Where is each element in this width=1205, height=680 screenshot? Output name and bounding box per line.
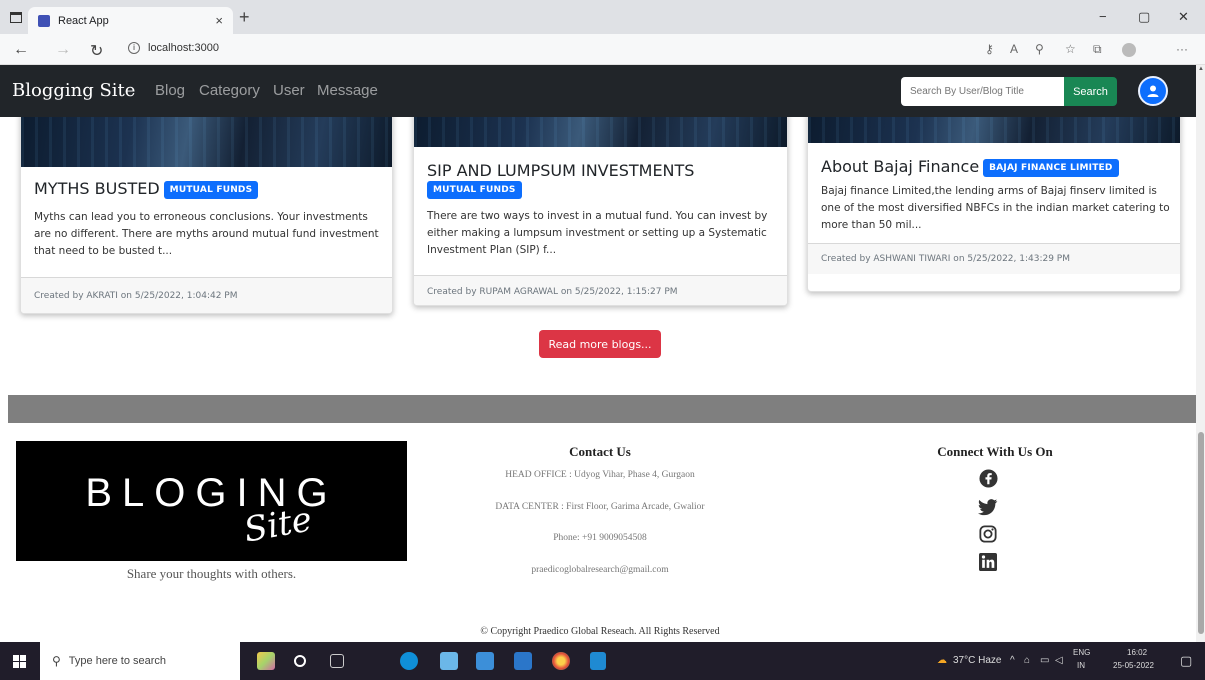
logo-main-text: BLOGING [85, 471, 338, 515]
blog-card-image [414, 117, 787, 147]
user-icon [1147, 85, 1159, 97]
facebook-icon[interactable] [977, 467, 999, 489]
back-arrow-icon[interactable]: ← [13, 41, 29, 59]
more-menu-icon[interactable]: ··· [1176, 42, 1188, 56]
contact-email[interactable]: praedicoglobalresearch@gmail.com [400, 565, 800, 575]
site-logo: BLOGING Site [16, 441, 407, 561]
blog-card-title[interactable]: MYTHS BUSTED [34, 179, 160, 198]
clock-time[interactable]: 16:02 [1127, 648, 1147, 657]
blog-card-title-row: About Bajaj Finance BAJAJ FINANCE LIMITED [821, 157, 1119, 177]
notifications-icon[interactable]: ▢ [1180, 653, 1192, 669]
key-icon[interactable]: ⚷ [985, 42, 994, 56]
scroll-up-arrow-icon[interactable]: ▲ [1198, 66, 1204, 72]
search-input[interactable] [901, 77, 1064, 106]
info-icon[interactable]: i [128, 42, 140, 55]
blog-card-title[interactable]: About Bajaj Finance [821, 157, 979, 176]
taskbar-search-placeholder: Type here to search [68, 655, 167, 667]
blog-card-excerpt: Myths can lead you to erroneous conclusi… [34, 211, 379, 257]
browser-tab[interactable]: React App × [28, 7, 233, 34]
user-avatar-icon[interactable] [1138, 76, 1168, 106]
blog-card[interactable]: About Bajaj Finance BAJAJ FINANCE LIMITED… [807, 117, 1181, 292]
taskbar-search-box[interactable]: ⚲ Type here to search [40, 642, 240, 680]
browser-titlebar: React App × + − ▢ ✕ [0, 0, 1205, 34]
weather-text[interactable]: 37°C Haze [953, 655, 1001, 666]
blog-card-excerpt: Bajaj finance Limited,the lending arms o… [821, 185, 1170, 231]
tab-title: React App [58, 14, 109, 27]
windows-taskbar: ⚲ Type here to search ☁ 37°C Haze ^ ⌂ ▭ … [0, 642, 1205, 680]
language-indicator[interactable]: ENG [1073, 648, 1090, 657]
region-indicator[interactable]: IN [1077, 661, 1085, 670]
favorites-star-icon[interactable]: ☆ [1065, 42, 1076, 56]
blog-card-footer: Created by RUPAM AGRAWAL on 5/25/2022, 1… [414, 275, 787, 305]
minimize-button[interactable]: − [1099, 9, 1107, 24]
section-divider-band [8, 395, 1196, 423]
contact-data-center: DATA CENTER : First Floor, Garima Arcade… [495, 502, 705, 512]
category-badge[interactable]: BAJAJ FINANCE LIMITED [983, 158, 1119, 177]
extensions-icon[interactable]: ⚲ [1035, 42, 1044, 56]
network-icon[interactable]: ⌂ [1024, 655, 1030, 666]
store-icon[interactable] [476, 652, 494, 670]
tray-chevron-icon[interactable]: ^ [1010, 655, 1015, 666]
nav-link-category[interactable]: Category [199, 82, 260, 99]
blog-card-image [21, 117, 392, 167]
instagram-icon[interactable] [977, 523, 999, 545]
close-window-button[interactable]: ✕ [1178, 9, 1189, 25]
tab-close-icon[interactable]: × [215, 13, 223, 28]
task-view-icon[interactable] [330, 654, 344, 668]
copyright-text: © Copyright Praedico Global Reseach. All… [480, 626, 720, 637]
contact-head-office: HEAD OFFICE : Udyog Vihar, Phase 4, Gurg… [505, 470, 695, 480]
blog-card[interactable]: SIP AND LUMPSUM INVESTMENTS MUTUAL FUNDS… [413, 117, 788, 306]
clock-date[interactable]: 25-05-2022 [1113, 661, 1154, 670]
chrome-icon[interactable] [552, 652, 570, 670]
twitter-icon[interactable] [977, 496, 999, 518]
battery-icon[interactable]: ▭ [1040, 655, 1049, 666]
search-highlight-icon[interactable] [257, 652, 275, 670]
blog-card-excerpt: There are two ways to invest in a mutual… [427, 210, 768, 256]
blog-card-footer: Created by ASHWANI TIWARI on 5/25/2022, … [808, 243, 1180, 274]
url-field[interactable]: i localhost:3000 [128, 42, 219, 55]
social-heading: Connect With Us On [937, 444, 1053, 459]
linkedin-icon[interactable] [977, 551, 999, 573]
read-more-blogs-button[interactable]: Read more blogs... [539, 330, 661, 358]
blog-card-badge-row: MUTUAL FUNDS [423, 181, 522, 199]
collections-icon[interactable]: ⧉ [1093, 42, 1102, 57]
address-bar-row: ← → ↻ i localhost:3000 ⚷ A ⚲ ☆ ⧉ ··· [0, 34, 1205, 65]
nav-link-message[interactable]: Message [317, 82, 378, 99]
weather-icon[interactable]: ☁ [937, 655, 947, 666]
site-navbar: Blogging Site Blog Category User Message… [0, 65, 1196, 117]
blog-card-footer: Created by AKRATI on 5/25/2022, 1:04:42 … [21, 277, 392, 313]
favicon-icon [38, 14, 50, 27]
nav-link-user[interactable]: User [273, 82, 305, 99]
tab-actions-icon[interactable] [10, 12, 22, 23]
mail-icon[interactable] [514, 652, 532, 670]
contact-phone: Phone: +91 9009054508 [553, 533, 647, 543]
file-explorer-icon[interactable] [440, 652, 458, 670]
search-button[interactable]: Search [1064, 77, 1117, 106]
vscode-icon[interactable] [590, 652, 606, 670]
volume-icon[interactable]: ◁ [1055, 655, 1063, 666]
category-badge[interactable]: MUTUAL FUNDS [427, 181, 522, 199]
blog-card-title[interactable]: SIP AND LUMPSUM INVESTMENTS [427, 161, 694, 180]
blog-card-image [808, 117, 1180, 143]
cortana-icon[interactable] [294, 655, 306, 667]
new-tab-button[interactable]: + [239, 8, 250, 26]
url-text: localhost:3000 [148, 42, 219, 54]
footer-tagline: Share your thoughts with others. [126, 566, 297, 581]
search-icon: ⚲ [52, 654, 61, 668]
category-badge[interactable]: MUTUAL FUNDS [163, 180, 259, 199]
maximize-button[interactable]: ▢ [1138, 9, 1150, 25]
blog-card[interactable]: MYTHS BUSTED MUTUAL FUNDS Myths can lead … [20, 117, 393, 314]
blog-card-title-row: MYTHS BUSTED MUTUAL FUNDS [34, 179, 259, 199]
site-brand[interactable]: Blogging Site [12, 80, 135, 101]
nav-link-blog[interactable]: Blog [155, 82, 185, 99]
forward-arrow-icon[interactable]: → [55, 41, 71, 59]
read-aloud-icon[interactable]: A [1010, 42, 1018, 56]
contact-heading: Contact Us [569, 444, 631, 459]
reload-icon[interactable]: ↻ [90, 41, 103, 61]
edge-browser-icon[interactable] [400, 652, 418, 670]
windows-start-icon[interactable] [13, 655, 26, 668]
scrollbar-thumb[interactable] [1198, 432, 1204, 634]
profile-icon[interactable] [1122, 43, 1136, 57]
